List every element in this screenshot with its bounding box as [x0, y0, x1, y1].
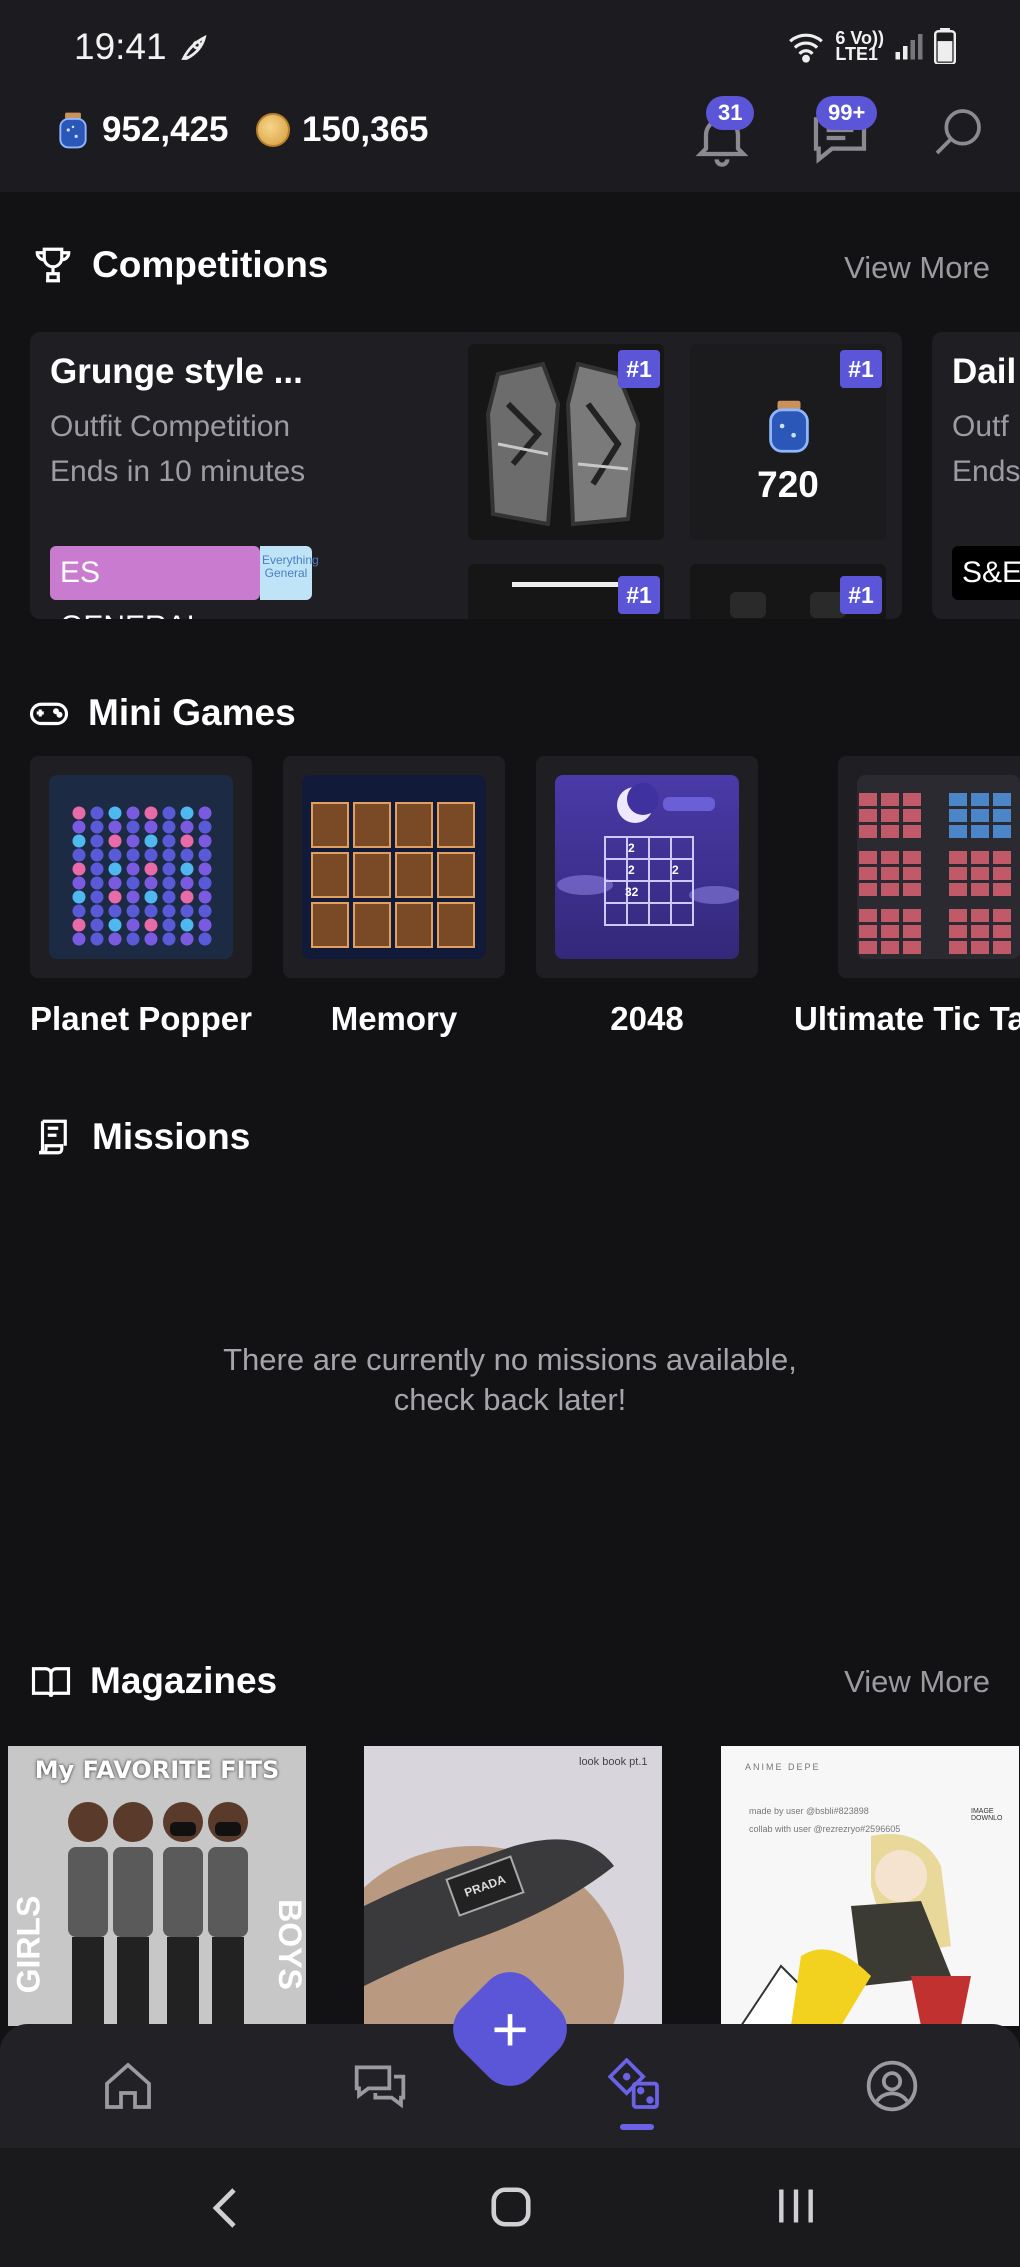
- messages-badge: 99+: [816, 96, 878, 130]
- scroll-icon: [38, 1119, 67, 1155]
- gems-value: 952,425: [102, 110, 229, 149]
- status-icons: 6 Vo)) LTE1: [787, 24, 956, 68]
- coin-icon: [256, 113, 290, 147]
- game-tile-planet-popper[interactable]: [30, 756, 252, 978]
- rocket-icon: [181, 34, 207, 60]
- magazine-title: ANIME DEPE: [745, 1762, 821, 1772]
- mini-games-heading: Mini Games: [28, 692, 296, 734]
- competition-tag: ES GENERAL: [50, 546, 260, 619]
- avatars-image: [68, 1802, 248, 2026]
- coins-balance[interactable]: 150,365: [256, 110, 429, 150]
- competition-type: Outf: [952, 410, 1009, 443]
- magazines-view-more[interactable]: View More: [844, 1664, 990, 1700]
- competition-ends: Ends in 10 minutes: [50, 455, 306, 488]
- search-icon: [935, 109, 981, 155]
- game-tile-2048[interactable]: 2 2 2 32: [536, 756, 758, 978]
- magazine-side-text: IMAGE DOWNLO: [971, 1808, 1003, 1822]
- rank-badge: #1: [618, 350, 660, 388]
- gems-balance[interactable]: 952,425: [56, 110, 229, 150]
- competition-name: Grunge style ...: [50, 352, 303, 391]
- game-label: Planet Popper: [30, 1000, 252, 1037]
- coins-value: 150,365: [302, 110, 429, 149]
- tag-logo: Everything General: [260, 546, 319, 600]
- missions-empty-message: There are currently no missions availabl…: [223, 1342, 797, 1417]
- magazines-heading: Magazines: [30, 1660, 277, 1702]
- competition-type: Outfit Competition: [50, 410, 291, 443]
- messages-button[interactable]: 99+: [808, 96, 878, 164]
- rank-badge: #1: [618, 576, 660, 614]
- magazine-side-text: GIRLS: [10, 1895, 47, 1994]
- games-nav-icon[interactable]: [608, 2058, 664, 2114]
- battery-icon: [934, 28, 956, 64]
- competition-ends: Ends: [952, 455, 1020, 488]
- gem-jar-icon: [59, 112, 87, 149]
- rank-badge: #1: [840, 576, 882, 614]
- shoes-image: [730, 592, 766, 618]
- search-button[interactable]: [930, 98, 994, 162]
- 2048-thumbnail: 2 2 2 32: [555, 775, 739, 959]
- prize-value: 720: [757, 464, 819, 505]
- game-label: Memory: [330, 1000, 458, 1037]
- chat-nav-icon[interactable]: [352, 2058, 408, 2114]
- anime-character-image: [739, 1834, 971, 2026]
- status-time: 19:41: [74, 26, 167, 67]
- home-nav-icon[interactable]: [488, 2184, 534, 2230]
- wifi-icon: [789, 33, 824, 63]
- game-label: 2048: [610, 1000, 684, 1037]
- book-icon: [31, 1667, 71, 1698]
- profile-icon[interactable]: [864, 2058, 920, 2114]
- missions-heading: Missions: [32, 1116, 250, 1158]
- game-label: Ultimate Tic Ta: [794, 1000, 1020, 1037]
- trophy-icon: [35, 247, 71, 283]
- magazine-title: My FAVORITE FITS: [34, 1756, 280, 1784]
- recents-icon[interactable]: [774, 2184, 818, 2228]
- magazine-credit: made by user @bsbli#823898: [749, 1806, 869, 1816]
- accessory-image: [512, 582, 622, 587]
- gem-jar-icon: [769, 400, 809, 453]
- game-tile-tic-tac-toe[interactable]: [838, 756, 1020, 978]
- home-icon[interactable]: [100, 2058, 156, 2114]
- notifications-badge: 31: [706, 96, 755, 130]
- notifications-button[interactable]: 31: [690, 96, 755, 167]
- magazine-title: look book pt.1: [579, 1756, 648, 1768]
- magazine-cover[interactable]: My FAVORITE FITS GIRLS BOYS: [8, 1746, 306, 2026]
- competition-card[interactable]: Dail Outf Ends S&E: [932, 332, 1020, 619]
- back-icon[interactable]: [206, 2184, 246, 2232]
- tic-tac-toe-thumbnail: [857, 775, 1020, 959]
- active-tab-indicator: [620, 2124, 654, 2130]
- create-button[interactable]: +: [461, 1980, 559, 2078]
- competitions-view-more[interactable]: View More: [844, 250, 990, 286]
- magazine-cover[interactable]: ANIME DEPE made by user @bsbli#823898 co…: [721, 1746, 1019, 2026]
- signal-icon: [895, 34, 923, 60]
- competitions-heading: Competitions: [32, 244, 328, 286]
- competition-tag: S&E: [952, 546, 1020, 600]
- gamepad-icon: [29, 702, 69, 726]
- memory-thumbnail: [302, 775, 486, 959]
- competition-card[interactable]: Grunge style ... Outfit Competition Ends…: [30, 332, 902, 619]
- planet-popper-thumbnail: [49, 775, 233, 959]
- rank-badge: #1: [840, 350, 882, 388]
- competition-name: Dail: [952, 352, 1017, 391]
- magazine-side-text: BOYS: [271, 1899, 306, 1990]
- game-tile-memory[interactable]: [283, 756, 505, 978]
- network-label: 6 Vo)) LTE1: [835, 28, 884, 64]
